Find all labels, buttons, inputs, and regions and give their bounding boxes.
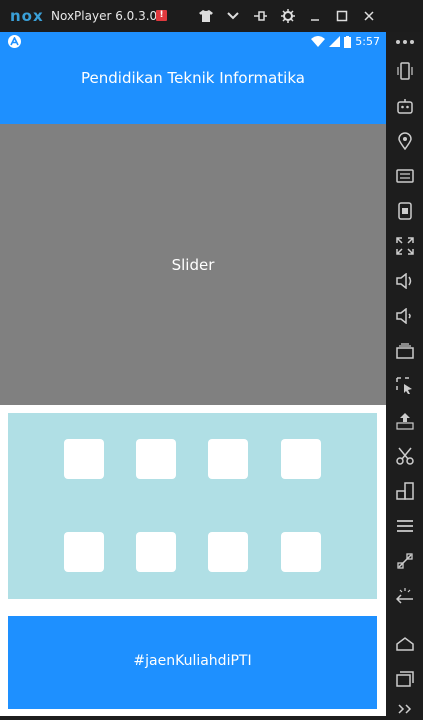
phone-screen: 5:57 Pendidikan Teknik Informatika Slide… xyxy=(0,32,386,716)
maximize-icon[interactable] xyxy=(333,7,351,25)
home-icon[interactable] xyxy=(393,632,416,655)
menu-tile[interactable] xyxy=(64,439,104,479)
notification-icon xyxy=(8,35,21,48)
back-icon[interactable] xyxy=(393,584,416,607)
hashtag-banner: #jaenKuliahdiPTI xyxy=(8,616,377,709)
multi-instance-icon[interactable] xyxy=(393,339,416,362)
multi-drive-icon[interactable] xyxy=(393,479,416,502)
gear-icon[interactable] xyxy=(279,7,297,25)
battery-icon xyxy=(344,35,352,48)
minimize-icon[interactable] xyxy=(306,7,324,25)
emulator-title-bar: nox NoxPlayer 6.0.3.0 ! xyxy=(0,0,423,32)
menu-icon[interactable] xyxy=(393,514,416,537)
volume-up-icon[interactable] xyxy=(393,269,416,292)
alert-badge[interactable]: ! xyxy=(156,10,167,21)
android-status-bar: 5:57 xyxy=(0,32,386,51)
chevron-down-icon[interactable] xyxy=(224,7,242,25)
wifi-icon xyxy=(311,36,326,47)
robot-icon[interactable] xyxy=(393,94,416,117)
nox-logo: nox xyxy=(10,7,44,25)
close-icon[interactable] xyxy=(360,7,378,25)
screenshot-icon[interactable] xyxy=(393,374,416,397)
image-slider[interactable]: Slider xyxy=(0,124,386,405)
phone-rotate-icon[interactable] xyxy=(393,59,416,82)
menu-grid xyxy=(8,413,377,599)
pin-icon[interactable] xyxy=(251,7,269,25)
apk-install-icon[interactable] xyxy=(393,409,416,432)
shirt-icon[interactable] xyxy=(197,7,215,25)
volume-down-icon[interactable] xyxy=(393,304,416,327)
recent-apps-icon[interactable] xyxy=(393,667,416,690)
menu-tile[interactable] xyxy=(208,532,248,572)
app-title: Pendidikan Teknik Informatika xyxy=(81,69,305,87)
menu-tile[interactable] xyxy=(281,532,321,572)
emulator-side-toolbar xyxy=(386,32,423,719)
menu-tile[interactable] xyxy=(208,439,248,479)
shake-icon[interactable] xyxy=(393,549,416,572)
window-title: NoxPlayer 6.0.3.0 xyxy=(51,9,158,23)
signal-icon xyxy=(329,36,341,47)
menu-tile[interactable] xyxy=(64,532,104,572)
more-icon[interactable] xyxy=(393,30,416,53)
slider-label: Slider xyxy=(171,256,215,274)
cut-icon[interactable] xyxy=(393,444,416,467)
hashtag-label: #jaenKuliahdiPTI xyxy=(133,653,252,669)
app-bar: Pendidikan Teknik Informatika xyxy=(0,51,386,124)
keyboard-icon[interactable] xyxy=(393,164,416,187)
menu-tile[interactable] xyxy=(136,532,176,572)
screen-record-icon[interactable] xyxy=(393,199,416,222)
fullscreen-icon[interactable] xyxy=(393,234,416,257)
location-icon[interactable] xyxy=(393,129,416,152)
expand-icon[interactable] xyxy=(393,697,416,720)
status-time: 5:57 xyxy=(355,35,380,48)
menu-tile[interactable] xyxy=(136,439,176,479)
menu-tile[interactable] xyxy=(281,439,321,479)
